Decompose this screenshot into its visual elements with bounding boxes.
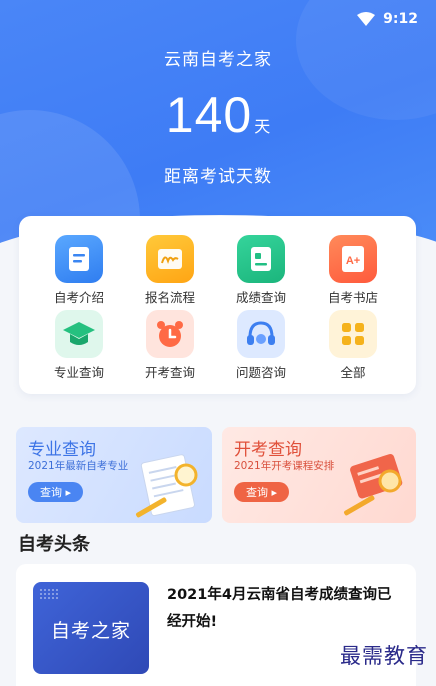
scorecard-icon (237, 235, 285, 283)
watermark: 最需教育 (340, 644, 428, 668)
grid-all-icon (329, 310, 377, 358)
news-section-title: 自考头条 (18, 534, 90, 555)
grid-item-major[interactable]: 专业查询 (39, 310, 119, 381)
dots-decoration-icon (40, 589, 58, 599)
news-thumbnail-text: 自考之家 (50, 620, 131, 642)
status-bar: 9:12 (357, 11, 418, 27)
feature-grid: 自考介绍 报名流程 成绩查询 A+ 自考书店 专业查询 开考查询 问题咨询 全部 (19, 216, 416, 394)
grid-label: 开考查询 (144, 365, 195, 380)
app-title: 云南自考之家 (164, 50, 272, 70)
countdown-caption: 距离考试天数 (164, 167, 272, 187)
countdown: 140 天 (0, 86, 436, 144)
exam-open-query-button[interactable]: 查询 ▸ (234, 482, 290, 502)
news-thumbnail: 自考之家 (33, 582, 149, 674)
grid-label: 报名流程 (144, 290, 195, 305)
news-title[interactable]: 2021年4月云南省自考成绩查询已经开始! (167, 582, 399, 636)
grid-label: 全部 (340, 365, 366, 380)
document-icon (55, 235, 103, 283)
graduation-cap-icon (55, 310, 103, 358)
countdown-unit: 天 (254, 117, 271, 136)
grid-item-consult[interactable]: 问题咨询 (221, 310, 301, 381)
exam-open-banner[interactable]: 开考查询 2021年开考课程安排 查询 ▸ (222, 427, 416, 523)
grid-label: 成绩查询 (235, 290, 286, 305)
grid-item-intro[interactable]: 自考介绍 (39, 235, 119, 306)
signature-icon (146, 235, 194, 283)
wifi-icon (357, 12, 376, 26)
banner-title: 专业查询 (28, 440, 96, 460)
grid-label: 自考书店 (327, 290, 378, 305)
grid-item-exam-open[interactable]: 开考查询 (130, 310, 210, 381)
headset-icon (237, 310, 285, 358)
grid-label: 问题咨询 (235, 365, 286, 380)
major-query-button[interactable]: 查询 ▸ (28, 482, 84, 502)
alarm-clock-icon (146, 310, 194, 358)
grid-label: 自考介绍 (53, 290, 104, 305)
grid-label: 专业查询 (53, 365, 104, 380)
banner-title: 开考查询 (234, 440, 302, 460)
grid-item-bookstore[interactable]: A+ 自考书店 (313, 235, 393, 306)
countdown-number: 140 (165, 87, 253, 143)
banner-subtitle: 2021年开考课程安排 (234, 460, 335, 472)
banner-subtitle: 2021年最新自考专业 (28, 460, 129, 472)
svg-text:A+: A+ (346, 255, 360, 267)
grid-item-signup[interactable]: 报名流程 (130, 235, 210, 306)
book-aplus-icon: A+ (329, 235, 377, 283)
status-time: 9:12 (383, 11, 418, 27)
grid-item-score[interactable]: 成绩查询 (221, 235, 301, 306)
notepad-illustration-icon (344, 453, 403, 516)
exam-paper-illustration-icon (136, 454, 198, 518)
major-query-banner[interactable]: 专业查询 2021年最新自考专业 查询 ▸ (16, 427, 212, 523)
grid-item-all[interactable]: 全部 (313, 310, 393, 381)
